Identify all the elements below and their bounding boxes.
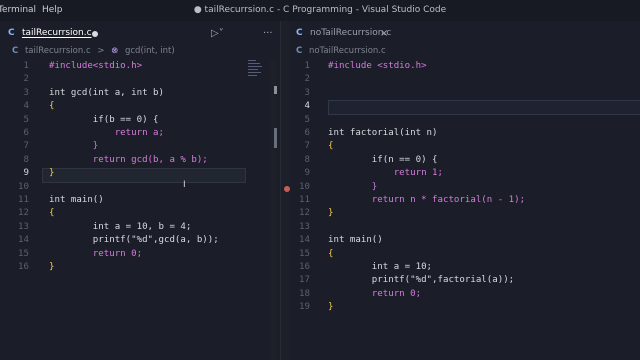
code-line: 16 int a = 10;	[299, 262, 433, 272]
minimap[interactable]	[248, 58, 268, 84]
vertical-scrollbar[interactable]	[270, 60, 276, 360]
code-line: 12}	[299, 208, 334, 219]
code-line: 18 return 0;	[299, 288, 422, 299]
breadcrumb-file[interactable]: tailRecurrsion.c	[25, 46, 91, 56]
scroll-marker	[274, 86, 277, 94]
c-language-icon: C	[8, 28, 15, 38]
code-line: 10	[18, 181, 29, 192]
title-bar: Terminal Help ● tailRecurrsion.c - C Pro…	[0, 0, 640, 21]
breadcrumb: C noTailRecurrsion.c	[296, 46, 390, 60]
code-line: 6 return a;	[23, 128, 164, 138]
breakpoint-icon[interactable]	[284, 186, 290, 192]
code-line: 17 printf("%d",factorial(a));	[299, 275, 515, 286]
c-language-icon: C	[12, 46, 19, 56]
unsaved-dot-icon	[92, 31, 98, 37]
code-line: 2	[23, 74, 29, 85]
tab-tail-recursion[interactable]: C tailRecurrsion.c	[0, 21, 280, 46]
code-line: 2	[304, 74, 310, 85]
close-icon[interactable]: ×	[380, 21, 388, 46]
code-line: 15 return 0;	[18, 248, 143, 259]
code-line: 11 return n * factorial(n - 1);	[299, 195, 526, 205]
tab-no-tail-recursion[interactable]: C noTailRecurrsion.c ×	[288, 21, 448, 46]
code-line: 6 int factorial(int n)	[304, 128, 438, 138]
code-line: 5 if(b == 0) {	[23, 114, 159, 125]
editor-tabs: C tailRecurrsion.c ▷˅ ··· C noTailRecurr…	[0, 21, 640, 46]
code-line: 7{	[304, 141, 334, 152]
scrollbar-thumb[interactable]	[274, 128, 277, 148]
code-line: 8 if(n == 0) {	[304, 154, 438, 165]
code-line: 15{	[299, 248, 334, 259]
code-line: 19}	[299, 302, 334, 313]
code-line: 9}	[23, 168, 55, 179]
breadcrumb: C tailRecurrsion.c > ⊗ gcd(int, int)	[12, 46, 179, 60]
run-icon[interactable]: ▷˅	[211, 21, 224, 46]
code-line: 8 return gcd(b, a % b);	[23, 154, 208, 165]
left-code-editor[interactable]: 1 #include<stdio.h> 2 3 int gcd(int a, int…	[0, 60, 280, 360]
code-line: 14 printf("%d",gcd(a, b));	[18, 235, 219, 246]
code-line: 5	[304, 114, 310, 125]
window-title: ● tailRecurrsion.c - C Programming - Vis…	[193, 5, 447, 15]
code-line: 11 int main()	[18, 195, 104, 205]
code-line: 16}	[18, 262, 55, 272]
right-code-editor[interactable]: 1 #include <stdio.h> 2 3 4 5 6 int factori…	[288, 60, 640, 360]
more-actions-icon[interactable]: ···	[263, 21, 273, 46]
code-line: 4{	[23, 101, 55, 112]
tab-label: tailRecurrsion.c	[22, 28, 92, 38]
code-line: 13 int a = 10, b = 4;	[18, 221, 192, 232]
c-language-icon: C	[296, 46, 303, 56]
c-language-icon: C	[296, 28, 303, 38]
text-cursor-icon: Ⅰ	[183, 180, 186, 190]
breadcrumb-separator: >	[97, 46, 105, 56]
code-line: 1 #include <stdio.h>	[304, 61, 427, 71]
code-line: 3 int gcd(int a, int b)	[23, 87, 164, 98]
code-line: 12{	[18, 208, 55, 219]
code-line: 13	[299, 221, 310, 232]
code-line: 7 }	[23, 141, 99, 152]
code-line: 4	[304, 101, 310, 112]
breadcrumb-file[interactable]: noTailRecurrsion.c	[309, 46, 386, 56]
breadcrumb-symbol[interactable]: gcd(int, int)	[125, 46, 175, 56]
symbol-icon: ⊗	[111, 46, 119, 56]
code-line: 14 int main()	[299, 235, 383, 246]
code-line: 1 #include<stdio.h>	[23, 61, 143, 71]
code-line: 9 return 1;	[304, 168, 443, 179]
code-line: 10 }	[299, 181, 378, 192]
code-line: 3	[304, 87, 310, 98]
